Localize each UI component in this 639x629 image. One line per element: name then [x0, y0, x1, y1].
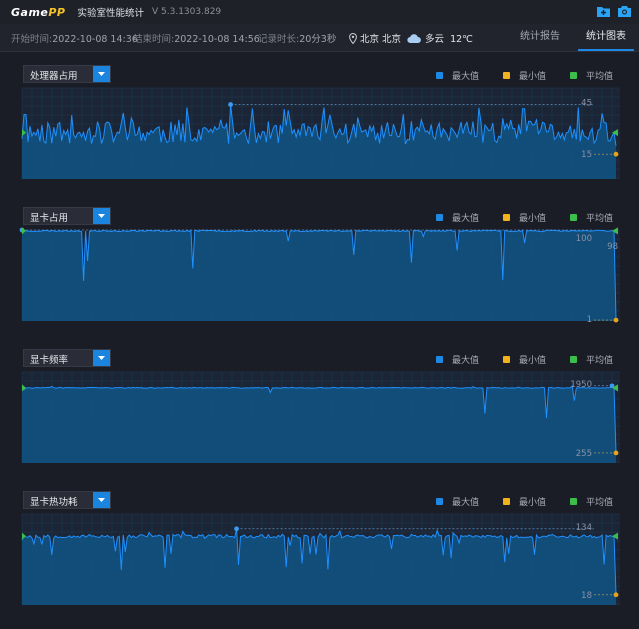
- legend-max: 最大值: [435, 353, 479, 366]
- min-marker: [613, 317, 619, 323]
- metric-select[interactable]: 显卡占用: [23, 207, 111, 225]
- start-time: 开始时间:2022-10-08 14:36: [11, 34, 138, 45]
- legend-min: 最小值: [502, 69, 546, 82]
- chevron-down-icon[interactable]: [93, 66, 110, 82]
- series-area: [22, 385, 616, 463]
- app-version: V 5.3.1303.829: [152, 7, 222, 17]
- cloud-icon: [407, 34, 421, 44]
- max-value-label: 1950: [570, 380, 592, 390]
- min-value-label: 18: [581, 591, 592, 601]
- chart-panel-cpu: 处理器占用 最大值 最小值 平均值 45 15: [0, 65, 639, 203]
- record-duration: 记录时长:20分3秒: [258, 34, 337, 45]
- location: 北京 北京: [349, 31, 401, 45]
- legend-max: 最大值: [435, 211, 479, 224]
- chart-legend: 最大值 最小值 平均值: [412, 69, 613, 82]
- chart-panel-gpu-usage: 显卡占用 最大值 最小值 平均值 100 1 98: [0, 207, 639, 345]
- chevron-down-icon[interactable]: [93, 350, 110, 366]
- max-marker: [228, 102, 233, 107]
- max-value-label: 45: [581, 99, 592, 109]
- app-title: 实验室性能统计: [77, 8, 145, 19]
- line-chart: 45 15: [21, 87, 620, 179]
- legend-max: 最大值: [435, 69, 479, 82]
- max-value-label: 134: [576, 523, 592, 533]
- chart-svg: 100 1 98: [19, 227, 620, 325]
- min-value-label: 255: [576, 449, 592, 459]
- legend-avg: 平均值: [569, 211, 613, 224]
- chart-svg: 134 18: [21, 513, 620, 605]
- session-info-bar: 开始时间:2022-10-08 14:36 结束时间:2022-10-08 14…: [0, 24, 639, 52]
- end-time: 结束时间:2022-10-08 14:56: [133, 34, 260, 45]
- tab-statistics-report[interactable]: 统计报告: [512, 24, 568, 51]
- line-chart: 134 18: [21, 513, 620, 605]
- chart-legend: 最大值 最小值 平均值: [412, 211, 613, 224]
- line-chart: 1950 255: [21, 371, 620, 463]
- location-pin-icon: [349, 32, 357, 45]
- min-value-label: 1: [587, 315, 592, 325]
- weather: 多云 12℃: [407, 31, 473, 45]
- metric-select[interactable]: 处理器占用: [23, 65, 111, 83]
- legend-avg: 平均值: [569, 495, 613, 508]
- title-bar: GamePP 实验室性能统计 V 5.3.1303.829: [0, 0, 639, 24]
- metric-select-label: 处理器占用: [30, 71, 78, 82]
- legend-max: 最大值: [435, 495, 479, 508]
- metric-select-label: 显卡频率: [30, 355, 69, 366]
- folder-icon[interactable]: [596, 4, 610, 18]
- min-marker: [613, 450, 619, 456]
- min-value-label: 15: [581, 150, 592, 160]
- metric-select-label: 显卡热功耗: [30, 497, 78, 508]
- metric-select[interactable]: 显卡热功耗: [23, 491, 111, 509]
- chart-panel-gpu-power: 显卡热功耗 最大值 最小值 平均值 134 18: [0, 491, 639, 629]
- legend-avg: 平均值: [569, 353, 613, 366]
- series-area: [22, 528, 616, 605]
- mid-value-label: 98: [607, 242, 618, 252]
- legend-min: 最小值: [502, 495, 546, 508]
- title-bar-actions: [596, 4, 631, 18]
- chart-panel-gpu-frequency: 显卡频率 最大值 最小值 平均值 1950 255: [0, 349, 639, 487]
- metric-select-label: 显卡占用: [30, 213, 69, 224]
- chart-svg: 45 15: [21, 87, 620, 179]
- app-logo: GamePP: [11, 5, 66, 19]
- chart-legend: 最大值 最小值 平均值: [412, 353, 613, 366]
- series-area: [22, 230, 616, 321]
- camera-icon[interactable]: [617, 4, 631, 18]
- legend-avg: 平均值: [569, 69, 613, 82]
- min-marker: [613, 151, 619, 157]
- metric-select[interactable]: 显卡频率: [23, 349, 111, 367]
- max-marker: [234, 526, 239, 532]
- line-chart: 100 1 98: [19, 227, 620, 325]
- chart-svg: 1950 255: [21, 371, 620, 463]
- tab-statistics-charts[interactable]: 统计图表: [578, 24, 634, 51]
- max-value-label: 100: [576, 234, 592, 244]
- legend-min: 最小值: [502, 353, 546, 366]
- chevron-down-icon[interactable]: [93, 208, 110, 224]
- min-marker: [613, 592, 619, 598]
- chevron-down-icon[interactable]: [93, 492, 110, 508]
- chart-legend: 最大值 最小值 平均值: [412, 495, 613, 508]
- legend-min: 最小值: [502, 211, 546, 224]
